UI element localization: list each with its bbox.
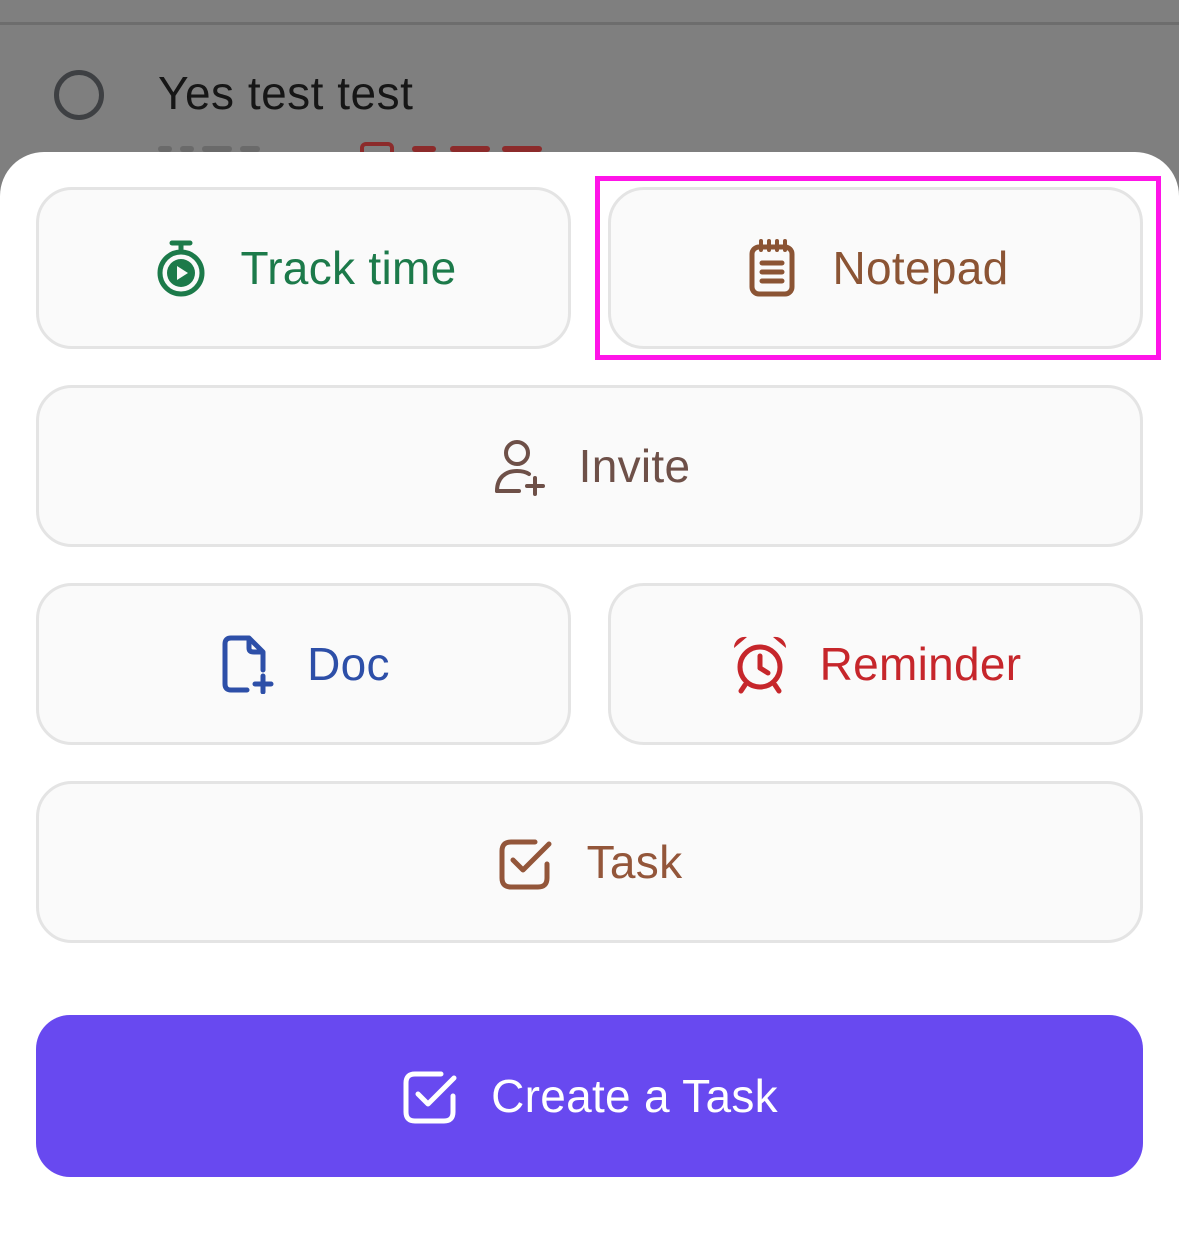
- create-task-label: Create a Task: [491, 1070, 778, 1122]
- track-time-button[interactable]: Track time: [36, 187, 571, 349]
- notepad-button[interactable]: Notepad: [608, 187, 1143, 349]
- checkbox-icon: [401, 1066, 461, 1126]
- task-button[interactable]: Task: [36, 781, 1143, 943]
- stopwatch-icon: [151, 238, 211, 298]
- reminder-button[interactable]: Reminder: [608, 583, 1143, 745]
- task-label: Task: [586, 836, 683, 888]
- doc-add-icon: [217, 634, 277, 694]
- doc-label: Doc: [307, 638, 390, 690]
- reminder-label: Reminder: [819, 638, 1022, 690]
- task-complete-radio[interactable]: [54, 70, 104, 120]
- create-task-button[interactable]: Create a Task: [36, 1015, 1143, 1177]
- invite-label: Invite: [578, 440, 691, 492]
- background-task-title: Yes test test: [158, 67, 414, 119]
- person-add-icon: [489, 436, 549, 496]
- checkbox-icon: [497, 832, 557, 892]
- notepad-label: Notepad: [832, 242, 1009, 294]
- doc-button[interactable]: Doc: [36, 583, 571, 745]
- track-time-label: Track time: [240, 242, 457, 294]
- notepad-icon: [742, 238, 802, 298]
- alarm-clock-icon: [730, 634, 790, 694]
- invite-button[interactable]: Invite: [36, 385, 1143, 547]
